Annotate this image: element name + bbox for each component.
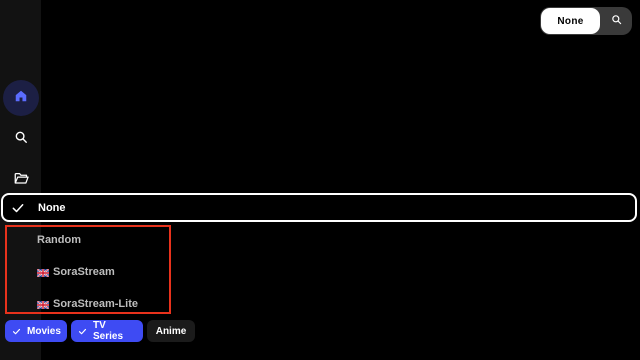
source-option-label: Random	[37, 234, 81, 246]
folder-icon	[14, 171, 29, 190]
sidebar-item-home[interactable]	[3, 80, 39, 116]
filter-chip-label: Anime	[155, 325, 187, 337]
source-option-random[interactable]: Random	[0, 226, 640, 254]
filter-chip-label: Movies	[27, 325, 61, 337]
home-icon	[14, 89, 28, 108]
source-option-sorastream-lite[interactable]: SoraStream-Lite	[0, 290, 640, 318]
source-search-button[interactable]	[600, 7, 632, 35]
gb-flag-icon	[36, 268, 50, 278]
source-option-label: None	[38, 201, 66, 214]
sidebar-item-search[interactable]	[3, 121, 39, 157]
source-selector[interactable]: None	[540, 7, 632, 35]
filter-chip-movies[interactable]: Movies	[5, 320, 67, 342]
checkmark-icon	[12, 327, 21, 336]
checkmark-icon	[78, 327, 87, 336]
source-option-label: SoraStream	[53, 266, 115, 278]
filter-chip-anime[interactable]: Anime	[147, 320, 195, 342]
current-source-label[interactable]: None	[541, 8, 600, 34]
filter-chip-label: TV Series	[93, 320, 124, 342]
filter-chip-tv-series[interactable]: TV Series	[71, 320, 143, 342]
source-option-label: SoraStream-Lite	[53, 298, 138, 310]
gb-flag-icon	[36, 300, 50, 310]
source-option-selected[interactable]: None	[1, 193, 637, 222]
search-icon	[14, 130, 28, 149]
source-option-sorastream[interactable]: SoraStream	[0, 258, 640, 286]
checkmark-icon	[11, 201, 25, 215]
search-icon	[611, 12, 622, 30]
